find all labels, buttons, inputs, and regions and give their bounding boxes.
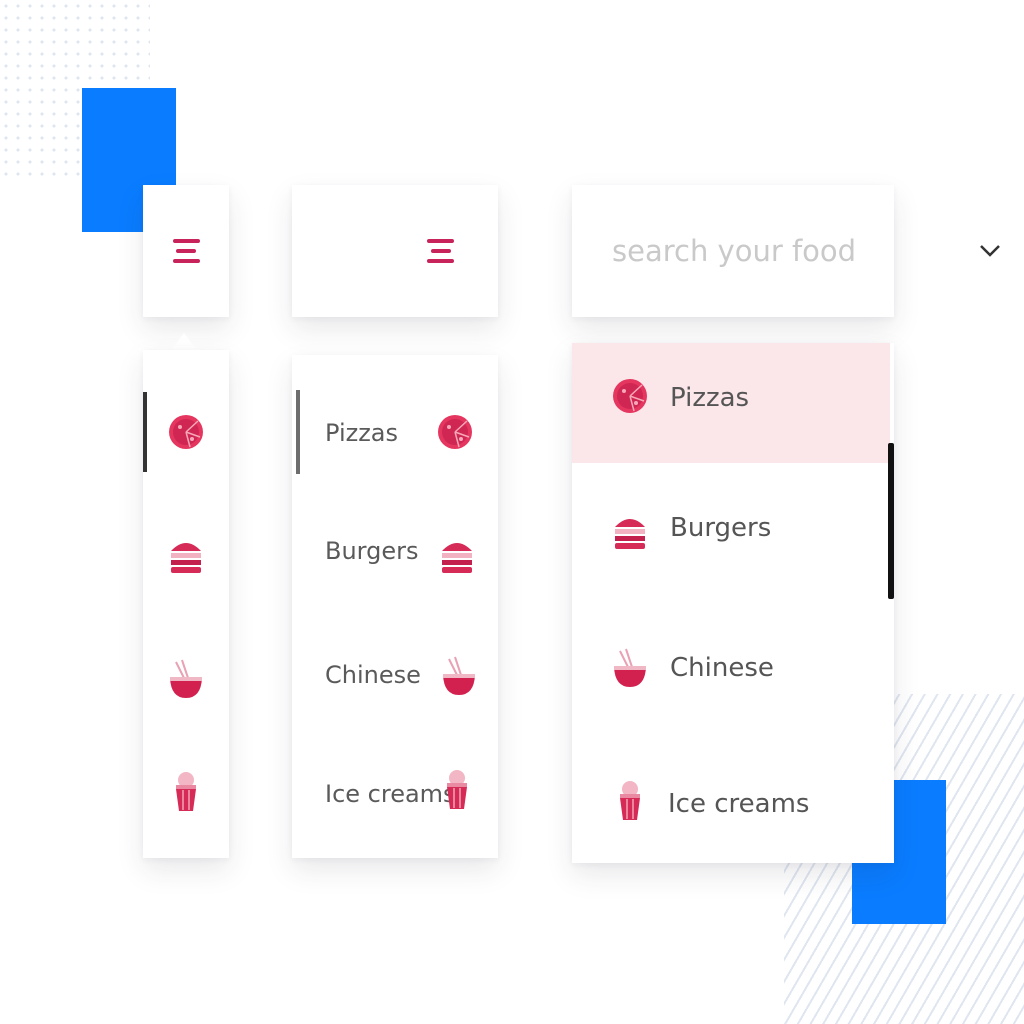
compact-menu-list xyxy=(143,350,229,858)
pizza-icon xyxy=(169,415,203,449)
search-input[interactable] xyxy=(612,234,979,268)
expanded-item-chinese[interactable]: Chinese xyxy=(292,619,498,739)
dropdown-list: Pizzas Burgers Chinese Ice creams xyxy=(572,343,894,863)
chinese-bowl-icon xyxy=(614,648,646,687)
scrollbar-thumb[interactable] xyxy=(888,443,894,599)
ice-cream-icon xyxy=(447,770,467,809)
hamburger-icon[interactable] xyxy=(427,239,454,263)
scrollbar[interactable] xyxy=(888,343,894,863)
chinese-bowl-icon xyxy=(170,659,202,698)
expanded-menu-list: Pizzas Burgers Chinese Ice creams xyxy=(292,355,498,858)
item-label: Burgers xyxy=(325,537,419,565)
active-indicator xyxy=(296,390,300,474)
hamburger-icon[interactable] xyxy=(172,239,200,263)
burger-icon xyxy=(615,519,645,549)
menu-pointer xyxy=(171,333,197,350)
ice-cream-icon xyxy=(620,781,640,820)
pizza-icon xyxy=(613,379,647,413)
compact-item-pizzas[interactable] xyxy=(143,372,229,492)
pizza-icon xyxy=(438,415,472,449)
item-label: Pizzas xyxy=(670,383,750,413)
compact-item-ice-creams[interactable] xyxy=(143,740,229,860)
compact-item-chinese[interactable] xyxy=(143,618,229,738)
item-label: Ice creams xyxy=(325,780,456,808)
item-label: Chinese xyxy=(325,661,421,689)
search-bar xyxy=(572,185,1000,317)
dropdown-item-burgers[interactable]: Burgers xyxy=(572,473,894,593)
item-label: Pizzas xyxy=(325,419,399,447)
expanded-item-pizzas[interactable]: Pizzas xyxy=(292,375,498,495)
active-indicator xyxy=(143,392,147,472)
dropdown-item-chinese[interactable]: Chinese xyxy=(572,611,894,731)
chevron-down-icon[interactable] xyxy=(979,238,1001,264)
item-label: Chinese xyxy=(670,653,774,683)
burger-icon xyxy=(171,543,201,573)
expanded-item-burgers[interactable]: Burgers xyxy=(292,495,498,615)
compact-menu-header xyxy=(143,185,229,317)
ice-cream-icon xyxy=(176,772,196,811)
dropdown-item-ice-creams[interactable]: Ice creams xyxy=(572,743,894,863)
burger-icon xyxy=(442,543,472,573)
item-label: Ice creams xyxy=(668,789,810,819)
dropdown-item-pizzas[interactable]: Pizzas xyxy=(572,343,894,463)
compact-item-burgers[interactable] xyxy=(143,495,229,615)
expanded-menu-header xyxy=(292,185,498,317)
item-label: Burgers xyxy=(670,513,772,543)
expanded-item-ice-creams[interactable]: Ice creams xyxy=(292,738,498,858)
chinese-bowl-icon xyxy=(443,656,475,695)
